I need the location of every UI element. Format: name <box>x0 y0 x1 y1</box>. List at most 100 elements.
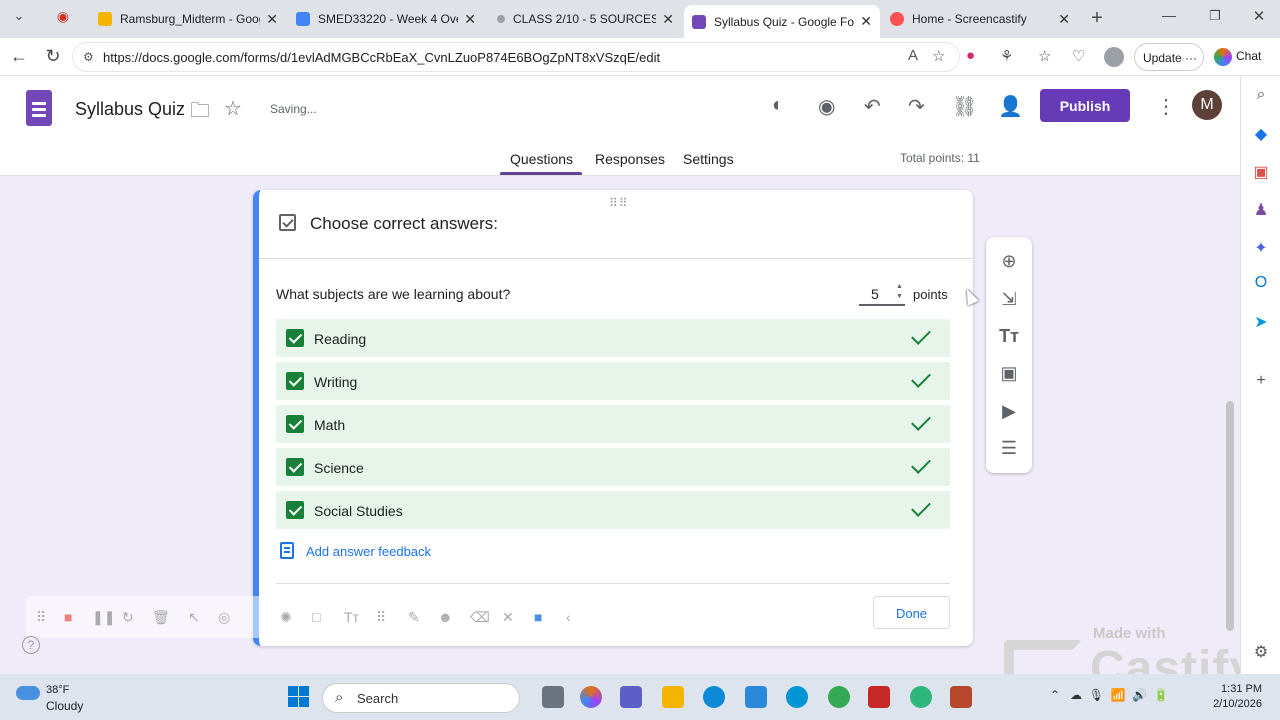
close-window-button[interactable]: ✕ <box>1248 7 1270 25</box>
close-icon[interactable]: ✕ <box>464 11 476 28</box>
rectangle-icon[interactable]: □ <box>312 609 320 625</box>
checkbox-checked-icon[interactable] <box>286 372 304 390</box>
tab-screencastify[interactable]: Home - Screencastify ✕ <box>882 5 1078 33</box>
pen-icon[interactable]: ✎ <box>408 609 420 626</box>
answer-option-math[interactable]: Math <box>276 405 950 443</box>
favorites-icon[interactable]: ☆ <box>1038 47 1051 65</box>
answer-option-reading[interactable]: Reading <box>276 319 950 357</box>
tab-list-icon[interactable]: ⌄ <box>8 8 30 24</box>
checkbox-checked-icon[interactable] <box>286 458 304 476</box>
pause-icon[interactable]: ❚❚ <box>92 609 115 626</box>
tools-icon[interactable]: ▣ <box>1251 162 1271 182</box>
new-tab-button[interactable]: + <box>1086 7 1108 30</box>
text-icon[interactable]: Tт <box>344 609 359 625</box>
add-title-icon[interactable]: Tт <box>998 326 1020 347</box>
back-icon[interactable]: ← <box>8 46 30 67</box>
done-button[interactable]: Done <box>873 596 950 629</box>
drag-handle-icon[interactable]: ⠿⠿ <box>609 196 629 210</box>
google-forms-logo-icon[interactable] <box>26 90 52 126</box>
drag-icon[interactable]: ⠿ <box>36 609 46 626</box>
add-answer-feedback-link[interactable]: Add answer feedback <box>306 544 431 559</box>
stop-icon[interactable]: ■ <box>64 609 72 625</box>
feedback-icon[interactable] <box>280 542 294 559</box>
restart-icon[interactable]: ↻ <box>122 609 134 626</box>
tab-responses[interactable]: Responses <box>595 151 665 167</box>
site-info-icon[interactable]: ⚙ <box>83 50 94 64</box>
tab-settings[interactable]: Settings <box>683 151 734 167</box>
file-explorer-icon[interactable] <box>662 686 684 708</box>
teams-icon[interactable] <box>620 686 642 708</box>
telegram-icon[interactable]: ➤ <box>1251 312 1271 332</box>
app-icon[interactable] <box>950 686 972 708</box>
mcafee-icon[interactable] <box>868 686 890 708</box>
search-icon[interactable]: ⌕ <box>1251 86 1271 106</box>
spotlight-icon[interactable]: ◎ <box>218 609 230 626</box>
hp-icon[interactable] <box>786 686 808 708</box>
click-highlight-icon[interactable]: ✺ <box>280 609 292 626</box>
checkbox-checked-icon[interactable] <box>286 415 304 433</box>
close-icon[interactable]: ✕ <box>662 11 674 28</box>
app-icon[interactable] <box>910 686 932 708</box>
screencastify-ext-icon[interactable]: ● <box>966 47 975 64</box>
games-icon[interactable]: ♟ <box>1251 200 1271 220</box>
recording-icon[interactable]: ◉ <box>52 8 74 25</box>
form-title[interactable]: Syllabus Quiz <box>75 99 185 120</box>
extensions-icon[interactable]: ⚘ <box>1000 47 1013 65</box>
star-icon[interactable]: ☆ <box>224 96 242 121</box>
eraser-icon[interactable]: ⌫ <box>470 609 490 626</box>
system-tray[interactable]: ⌃ ☁ 🎙 📶 🔊 🔋 <box>1050 688 1169 702</box>
blur-icon[interactable]: ⠿ <box>376 609 386 626</box>
add-question-icon[interactable]: ⊕ <box>998 251 1020 272</box>
restore-button[interactable]: ❐ <box>1204 8 1226 24</box>
add-video-icon[interactable]: ▶ <box>998 401 1020 422</box>
checkbox-checked-icon[interactable] <box>286 329 304 347</box>
read-aloud-icon[interactable]: A <box>908 47 918 64</box>
points-stepper-icon[interactable]: ▲ ▼ <box>896 282 903 302</box>
edge-icon[interactable] <box>703 686 725 708</box>
undo-icon[interactable]: ↶ <box>864 94 881 119</box>
minimize-button[interactable]: — <box>1158 7 1180 23</box>
redo-icon[interactable]: ↷ <box>908 94 925 119</box>
question-card[interactable]: ⠿⠿ Choose correct answers: What subjects… <box>253 190 973 646</box>
add-sidebar-app-icon[interactable]: + <box>1251 372 1271 392</box>
publish-button[interactable]: Publish <box>1040 89 1130 122</box>
shopping-icon[interactable]: ◆ <box>1251 124 1271 144</box>
import-questions-icon[interactable]: ⇲ <box>998 289 1020 310</box>
tab-class[interactable]: CLASS 2/10 - 5 SOURCES ✕ <box>486 5 682 33</box>
favorite-star-icon[interactable]: ☆ <box>932 47 945 65</box>
delete-icon[interactable]: 🗑 <box>152 609 170 626</box>
sidebar-settings-icon[interactable]: ⚙ <box>1251 642 1271 662</box>
copilot-taskbar-icon[interactable] <box>580 686 602 708</box>
preview-eye-icon[interactable]: ◉ <box>818 94 835 119</box>
move-to-folder-icon[interactable]: 🗀 <box>190 96 210 130</box>
checkbox-checked-icon[interactable] <box>286 501 304 519</box>
close-icon[interactable]: ✕ <box>266 11 278 28</box>
store-icon[interactable] <box>745 686 767 708</box>
chrome-icon[interactable] <box>828 686 850 708</box>
add-image-icon[interactable]: ▣ <box>998 363 1020 384</box>
profile-icon[interactable] <box>1104 47 1124 67</box>
tab-syllabus-quiz[interactable]: Syllabus Quiz - Google Forms ✕ <box>684 5 880 38</box>
answer-option-writing[interactable]: Writing <box>276 362 950 400</box>
answer-option-science[interactable]: Science <box>276 448 950 486</box>
copilot-sidebar-icon[interactable]: ✦ <box>1251 238 1271 258</box>
close-icon[interactable]: ✕ <box>860 13 872 30</box>
camera-icon[interactable]: ■ <box>534 609 542 625</box>
url-field[interactable]: ⚙ https://docs.google.com/forms/d/1evlAd… <box>72 42 960 72</box>
update-button[interactable]: Update ··· <box>1134 43 1204 71</box>
pointer-icon[interactable]: ↖ <box>188 609 200 626</box>
browser-essentials-icon[interactable]: ♡ <box>1072 47 1085 65</box>
avatar[interactable]: M <box>1192 90 1222 120</box>
tab-questions[interactable]: Questions <box>510 151 573 167</box>
link-icon[interactable]: ⛓ <box>952 94 977 119</box>
mute-icon[interactable]: ✕ <box>502 609 514 626</box>
add-collaborator-icon[interactable]: 👤 <box>998 94 1023 119</box>
task-view-icon[interactable] <box>542 686 564 708</box>
more-options-icon[interactable]: ⋮ <box>1156 94 1176 119</box>
clock[interactable]: 1:31 PM 2/10/2026 <box>1210 682 1262 712</box>
sticker-icon[interactable]: ☻ <box>438 609 453 625</box>
start-button[interactable] <box>288 686 310 708</box>
taskbar-search[interactable]: ⌕ Search <box>322 683 520 713</box>
tab-smed[interactable]: SMED33220 - Week 4 Overvi ✕ <box>288 5 484 33</box>
collapse-icon[interactable]: ‹ <box>566 609 571 625</box>
